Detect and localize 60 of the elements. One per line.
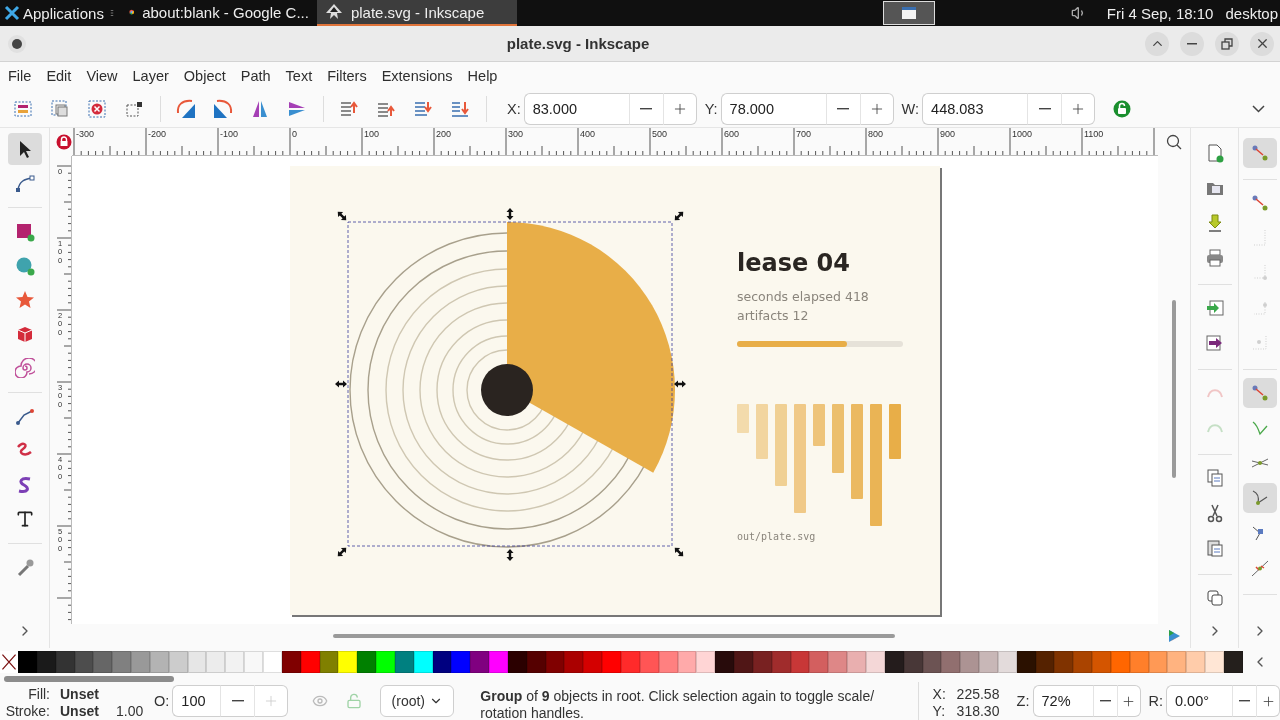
ruler-label: -100 (220, 129, 238, 139)
fill-value[interactable]: Unset (60, 686, 116, 703)
ruler-label: 200 (436, 129, 452, 139)
user-name[interactable]: desktop (1225, 4, 1278, 22)
applications-label: Applications (23, 4, 104, 22)
cursor-y-value: 318.30 (956, 703, 1001, 720)
menu-item[interactable]: Filters (319, 68, 374, 84)
horizontal-ruler[interactable]: -300 -200 -100 0 100 200 300 400 500 600 700 800 900 1000 1100 (72, 128, 1158, 156)
number-field[interactable]: 448.083 (922, 92, 1028, 125)
number-field[interactable]: 78.000 (720, 92, 826, 125)
stroke-value[interactable]: Unset (60, 703, 116, 720)
ruler-label: -300 (76, 129, 94, 139)
ruler-label: 900 (940, 129, 956, 139)
plate-title: lease 04 (737, 249, 850, 277)
ruler-label: 400 (580, 129, 596, 139)
cursor-x-label: X: (932, 686, 947, 703)
ruler-label: 500 (652, 129, 668, 139)
stroke-width[interactable]: 1.00 (116, 703, 150, 720)
plate-caption: seconds elapsed 418 (737, 289, 869, 304)
taskbar-button[interactable]: about:blank - Google C... (120, 0, 317, 26)
layer-dropdown[interactable]: (root) (380, 685, 455, 717)
zoom-field[interactable]: 72% (1032, 685, 1093, 717)
opacity-label: O: (154, 693, 170, 709)
menu-item[interactable]: Edit (38, 68, 79, 84)
ruler-label: 800 (868, 129, 884, 139)
fill-label: Fill: (27, 686, 51, 703)
number-field[interactable]: 83.000 (523, 92, 629, 125)
ruler-label: 1000 (1012, 129, 1033, 139)
window-title: plate.svg - Inkscape (505, 35, 651, 52)
ruler-label: 0 (292, 129, 297, 139)
rotation-label: R: (1148, 693, 1163, 709)
menu-item[interactable]: Text (277, 68, 320, 84)
stroke-label: Stroke: (4, 703, 51, 720)
taskbar-button[interactable]: plate.svg - Inkscape (316, 0, 517, 26)
menu-item[interactable]: View (78, 68, 125, 84)
menu-item[interactable]: File (0, 68, 39, 84)
ruler-label: 100 (364, 129, 380, 139)
ruler-label: 700 (796, 129, 812, 139)
menu-item[interactable]: Path (232, 68, 278, 84)
file-path: out/plate.svg (737, 531, 816, 542)
menu-item[interactable]: Help (459, 68, 505, 84)
applications-menu[interactable]: Applications (0, 0, 121, 26)
status-message: Group of 9 objects in root. Click selection again to toggle scale/ rotation handles. (479, 687, 876, 720)
zoom-label: Z: (1016, 693, 1030, 709)
ruler-label: 300 (508, 129, 524, 139)
ruler-label: -200 (148, 129, 166, 139)
field-label: W: (901, 100, 920, 117)
field-label: X: (507, 100, 521, 117)
cursor-y-label: Y: (932, 703, 947, 720)
rotation-field[interactable]: 0.00° (1166, 685, 1232, 717)
opacity-field[interactable]: 100 (172, 685, 221, 717)
clock[interactable]: Fri 4 Sep, 18:10 (1106, 4, 1214, 22)
menu-item[interactable]: Object (175, 68, 233, 84)
menu-item[interactable]: Layer (124, 68, 176, 84)
field-label: Y: (704, 100, 718, 117)
ruler-label: 600 (724, 129, 740, 139)
cursor-x-value: 225.58 (956, 686, 1001, 703)
menu-item[interactable]: Extensions (373, 68, 460, 84)
plate-caption: artifacts 12 (737, 308, 809, 323)
ruler-label: 1100 (1084, 129, 1104, 139)
